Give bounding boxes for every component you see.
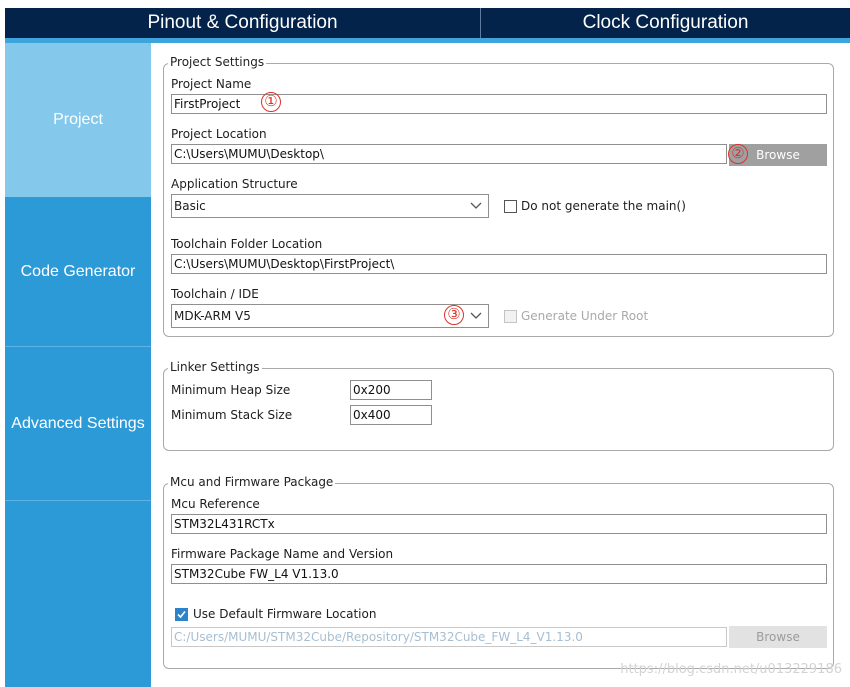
firmware-package-input[interactable]: STM32Cube FW_L4 V1.13.0: [171, 564, 827, 584]
annotation-marker-2: ②: [728, 144, 748, 164]
firmware-location-browse-button[interactable]: Browse: [729, 626, 827, 648]
project-name-label: Project Name: [171, 77, 252, 91]
annotation-marker-3: ③: [444, 305, 464, 325]
min-heap-label: Minimum Heap Size: [171, 383, 291, 397]
top-tab-bar: Pinout & Configuration Clock Configurati…: [5, 8, 850, 38]
sidebar-item-project[interactable]: Project: [5, 43, 151, 197]
no-main-label: Do not generate the main(): [521, 199, 686, 213]
sidebar-item-code-generator[interactable]: Code Generator: [5, 197, 151, 347]
toolchain-folder-label: Toolchain Folder Location: [171, 237, 323, 251]
project-location-label: Project Location: [171, 127, 267, 141]
chevron-down-icon: [470, 199, 482, 211]
linker-settings-title: Linker Settings: [168, 360, 262, 374]
sidebar-item-advanced-settings[interactable]: Advanced Settings: [5, 347, 151, 501]
toolchain-ide-select[interactable]: MDK-ARM V5: [171, 304, 489, 328]
linker-settings-group: Linker Settings Minimum Heap Size 0x200 …: [163, 360, 834, 451]
mcu-reference-label: Mcu Reference: [171, 497, 260, 511]
chevron-down-icon: [470, 309, 482, 321]
firmware-package-label: Firmware Package Name and Version: [171, 547, 394, 561]
use-default-firmware-label: Use Default Firmware Location: [193, 607, 377, 621]
min-stack-label: Minimum Stack Size: [171, 408, 293, 422]
mcu-firmware-title: Mcu and Firmware Package: [168, 475, 336, 489]
watermark: https://blog.csdn.net/u013229186: [620, 662, 842, 677]
generate-under-root-label: Generate Under Root: [521, 309, 649, 323]
no-main-checkbox[interactable]: [504, 200, 517, 213]
project-settings-title: Project Settings: [168, 55, 267, 69]
mcu-reference-input[interactable]: STM32L431RCTx: [171, 514, 827, 534]
checkmark-icon: [177, 610, 186, 619]
project-location-input[interactable]: C:\Users\MUMU\Desktop\: [171, 144, 727, 164]
min-stack-input[interactable]: 0x400: [350, 405, 432, 425]
application-structure-select[interactable]: Basic: [171, 194, 489, 218]
generate-under-root-checkbox[interactable]: [504, 310, 517, 323]
mcu-firmware-group: Mcu and Firmware Package Mcu Reference S…: [163, 475, 834, 669]
tab-clock-configuration[interactable]: Clock Configuration: [481, 8, 850, 38]
application-structure-value: Basic: [174, 199, 206, 213]
sidebar-empty-area: [5, 501, 151, 687]
firmware-location-input[interactable]: C:/Users/MUMU/STM32Cube/Repository/STM32…: [171, 627, 727, 647]
toolchain-ide-label: Toolchain / IDE: [171, 287, 259, 301]
use-default-firmware-checkbox[interactable]: [175, 608, 188, 621]
tab-pinout-configuration[interactable]: Pinout & Configuration: [5, 8, 480, 38]
toolchain-folder-input[interactable]: C:\Users\MUMU\Desktop\FirstProject\: [171, 254, 827, 274]
toolchain-ide-value: MDK-ARM V5: [174, 309, 251, 323]
application-structure-label: Application Structure: [171, 177, 298, 191]
sidebar: Project Code Generator Advanced Settings: [5, 43, 151, 687]
min-heap-input[interactable]: 0x200: [350, 380, 432, 400]
annotation-marker-1: ①: [261, 92, 281, 112]
